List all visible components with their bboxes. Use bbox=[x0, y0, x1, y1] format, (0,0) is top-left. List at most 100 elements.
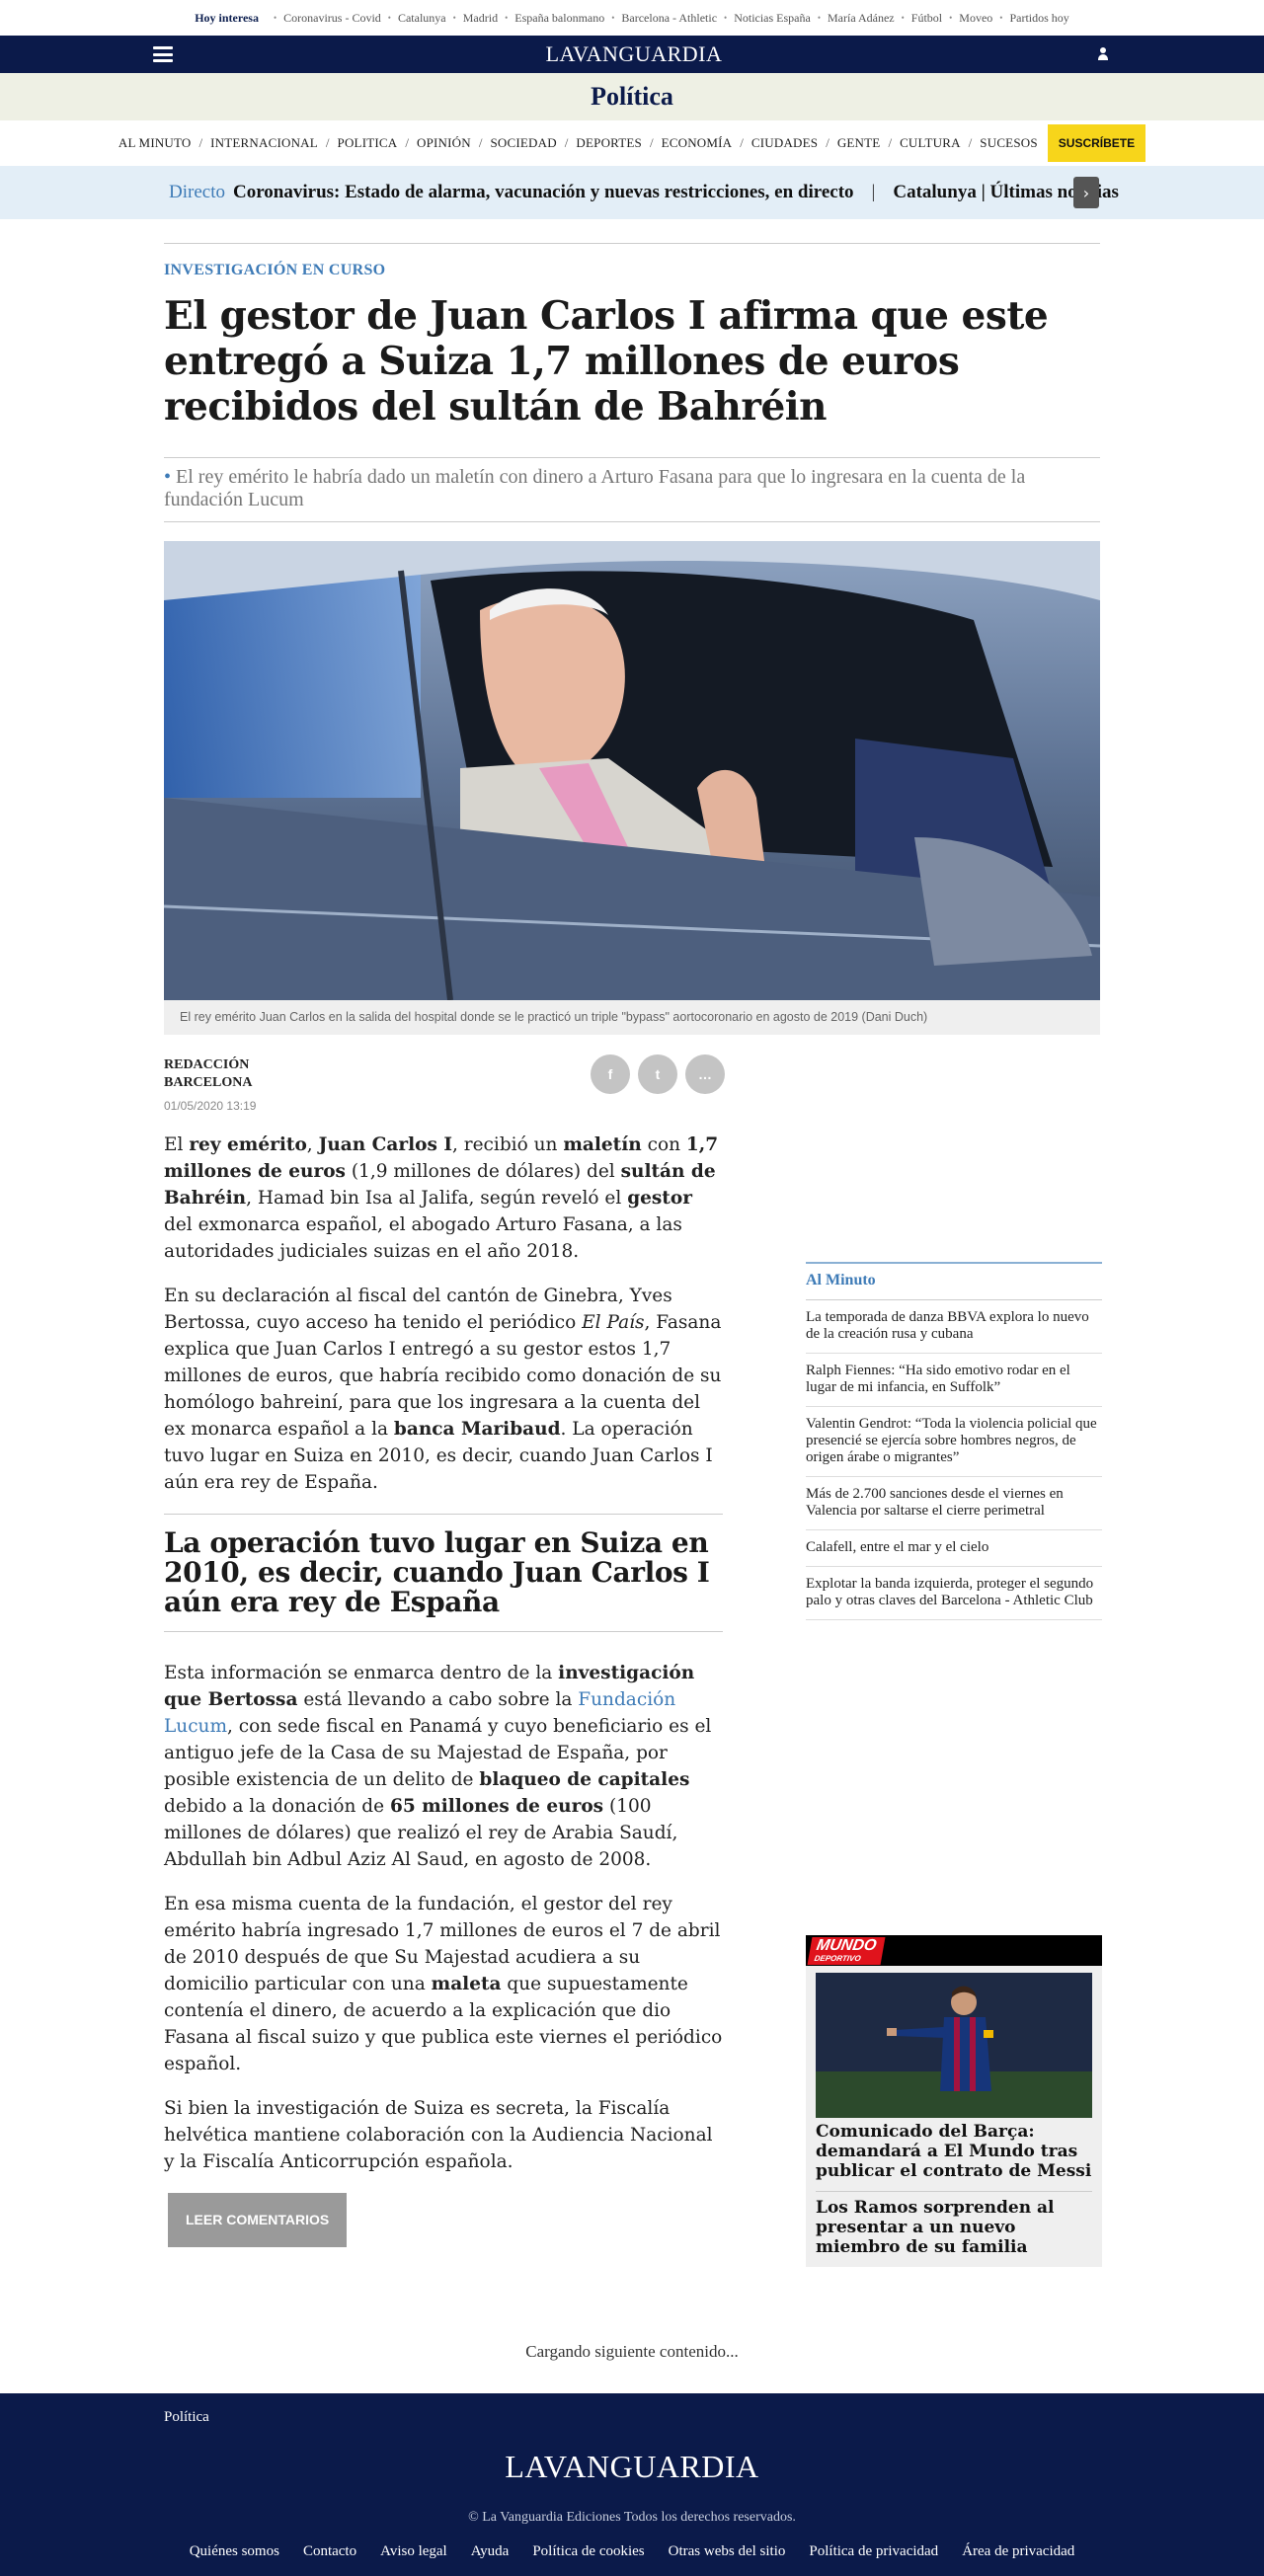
nav-separator: / bbox=[649, 135, 654, 150]
nav-item[interactable]: CIUDADES bbox=[751, 135, 818, 151]
paragraph: El rey emérito, Juan Carlos I, recibió u… bbox=[164, 1134, 719, 1262]
separator-dot: • bbox=[949, 13, 953, 23]
menu-icon[interactable] bbox=[153, 46, 173, 62]
footer-links: Quiénes somos Contacto Aviso legal Ayuda Pol… bbox=[0, 2543, 1264, 2560]
trending-link[interactable]: Coronavirus - Covid bbox=[283, 11, 381, 26]
al-minuto-item[interactable]: Valentin Gendrot: “Toda la violencia pol… bbox=[806, 1407, 1102, 1477]
separator-dot: • bbox=[273, 13, 277, 23]
nav-separator: / bbox=[564, 135, 569, 150]
nav-item[interactable]: CULTURA bbox=[900, 135, 961, 151]
al-minuto-item[interactable]: La temporada de danza BBVA explora lo nu… bbox=[806, 1300, 1102, 1354]
twitter-icon[interactable]: t bbox=[638, 1054, 677, 1094]
nav-item[interactable]: SOCIEDAD bbox=[490, 135, 556, 151]
live-headline[interactable]: Coronavirus: Estado de alarma, vacunació… bbox=[233, 182, 854, 203]
trending-link[interactable]: Noticias España bbox=[734, 11, 811, 26]
paragraph: En esa misma cuenta de la fundación, el … bbox=[164, 1894, 723, 2074]
partner-header: MUNDO DEPORTIVO bbox=[806, 1935, 1102, 1966]
category-nav: AL MINUTO / INTERNACIONAL / POLITICA / OPINIÓN… bbox=[0, 120, 1264, 166]
separator-dot: • bbox=[452, 13, 456, 23]
nav-separator: / bbox=[478, 135, 483, 150]
article-header: INVESTIGACIÓN EN CURSO El gestor de Juan… bbox=[164, 243, 1100, 522]
trending-link[interactable]: Catalunya bbox=[398, 11, 446, 26]
hero-image bbox=[164, 541, 1100, 1000]
mundo-deportivo-logo[interactable]: MUNDO DEPORTIVO bbox=[807, 1937, 886, 1965]
nav-separator: / bbox=[968, 135, 973, 150]
al-minuto-item[interactable]: Ralph Fiennes: “Ha sido emotivo rodar en… bbox=[806, 1354, 1102, 1407]
nav-separator: / bbox=[325, 135, 330, 150]
live-ticker: Directo Coronavirus: Estado de alarma, v… bbox=[0, 166, 1264, 219]
subtitle-text: El rey emérito le habría dado un maletín… bbox=[164, 466, 1026, 510]
article-subtitle: • El rey emérito le habría dado un malet… bbox=[164, 457, 1100, 522]
paragraph: Esta información se enmarca dentro de la… bbox=[164, 1663, 712, 1870]
al-minuto-item[interactable]: Calafell, entre el mar y el cielo bbox=[806, 1530, 1102, 1567]
separator-dot: • bbox=[999, 13, 1003, 23]
chevron-right-icon[interactable]: › bbox=[1073, 177, 1099, 208]
nav-item[interactable]: OPINIÓN bbox=[417, 135, 471, 151]
trending-link[interactable]: España balonmano bbox=[514, 11, 604, 26]
promo-title[interactable]: Los Ramos sorprenden al presentar a un n… bbox=[816, 2191, 1092, 2267]
nav-separator: / bbox=[740, 135, 744, 150]
trending-link[interactable]: Barcelona - Athletic bbox=[621, 11, 717, 26]
trending-link[interactable]: Partidos hoy bbox=[1009, 11, 1068, 26]
separator-dot: • bbox=[724, 13, 728, 23]
nav-separator: / bbox=[198, 135, 203, 150]
location: Barcelona bbox=[164, 1075, 253, 1090]
divider bbox=[164, 243, 1100, 244]
nav-item[interactable]: DEPORTES bbox=[576, 135, 642, 151]
pull-quote: La operación tuvo lugar en Suiza en 2010… bbox=[164, 1514, 723, 1632]
article-body: El rey emérito, Juan Carlos I, recibió u… bbox=[164, 1132, 723, 2247]
al-minuto-widget: Al Minuto La temporada de danza BBVA exp… bbox=[806, 1262, 1102, 1620]
subscribe-button[interactable]: SUSCRÍBETE bbox=[1047, 124, 1146, 162]
share-buttons: f t … bbox=[591, 1054, 725, 1094]
loading-text: Cargando siguiente contenido... bbox=[525, 2342, 739, 2361]
live-tag[interactable]: Directo bbox=[169, 182, 225, 203]
top-navbar: LAVANGUARDIA bbox=[0, 36, 1264, 73]
footer-link[interactable]: Quiénes somos bbox=[190, 2543, 279, 2560]
footer-logo[interactable]: LAVANGUARDIA bbox=[0, 2449, 1264, 2485]
footer-link[interactable]: Aviso legal bbox=[380, 2543, 447, 2560]
footer-link[interactable]: Contacto bbox=[303, 2543, 356, 2560]
al-minuto-item[interactable]: Más de 2.700 sanciones desde el viernes … bbox=[806, 1477, 1102, 1530]
promo-image[interactable] bbox=[816, 1973, 1092, 2118]
separator-dot: • bbox=[505, 13, 509, 23]
al-minuto-item[interactable]: Explotar la banda izquierda, proteger el… bbox=[806, 1567, 1102, 1620]
comment-icon[interactable]: … bbox=[685, 1054, 725, 1094]
promo-title[interactable]: Comunicado del Barça: demandará a El Mun… bbox=[806, 2118, 1102, 2191]
article-kicker: INVESTIGACIÓN EN CURSO bbox=[164, 262, 386, 278]
nav-separator: / bbox=[826, 135, 830, 150]
read-comments-button[interactable]: LEER COMENTARIOS bbox=[168, 2193, 348, 2247]
trending-link[interactable]: Madrid bbox=[463, 11, 498, 26]
nav-item[interactable]: ECONOMÍA bbox=[662, 135, 733, 151]
nav-separator: / bbox=[888, 135, 893, 150]
nav-item[interactable]: POLITICA bbox=[338, 135, 398, 151]
footer-link[interactable]: Política de cookies bbox=[532, 2543, 644, 2560]
trending-link[interactable]: Moveo bbox=[959, 11, 992, 26]
nav-item[interactable]: INTERNACIONAL bbox=[210, 135, 318, 151]
nav-item[interactable]: AL MINUTO bbox=[118, 135, 192, 151]
site-logo[interactable]: LAVANGUARDIA bbox=[546, 41, 723, 67]
footer-link[interactable]: Otras webs del sitio bbox=[669, 2543, 786, 2560]
user-icon[interactable] bbox=[1095, 46, 1111, 62]
facebook-icon[interactable]: f bbox=[591, 1054, 630, 1094]
image-caption: El rey emérito Juan Carlos en la salida … bbox=[164, 1000, 1100, 1035]
nav-item[interactable]: SUCESOS bbox=[980, 135, 1037, 151]
trending-link[interactable]: María Adánez bbox=[828, 11, 895, 26]
publish-date: 01/05/2020 13:19 bbox=[164, 1099, 257, 1113]
footer: Política LAVANGUARDIA © La Vanguardia Ed… bbox=[0, 2393, 1264, 2576]
section-title[interactable]: Política bbox=[591, 82, 673, 112]
al-minuto-title[interactable]: Al Minuto bbox=[806, 1262, 1102, 1300]
footer-link[interactable]: Ayuda bbox=[471, 2543, 510, 2560]
trending-link[interactable]: Fútbol bbox=[911, 11, 942, 26]
nav-separator: / bbox=[405, 135, 409, 150]
separator-dot: • bbox=[901, 13, 905, 23]
nav-item[interactable]: GENTE bbox=[837, 135, 881, 151]
byline: Redacción Barcelona bbox=[164, 1056, 252, 1092]
footer-link[interactable]: Política de privacidad bbox=[809, 2543, 938, 2560]
footer-section-link[interactable]: Política bbox=[164, 2409, 209, 2426]
author[interactable]: Redacción bbox=[164, 1056, 252, 1074]
trending-title: Hoy interesa bbox=[195, 10, 259, 25]
footer-link[interactable]: Área de privacidad bbox=[962, 2543, 1074, 2560]
paragraph: Si bien la investigación de Suiza es sec… bbox=[164, 2098, 713, 2172]
separator-dot: • bbox=[817, 13, 821, 23]
article-headline: El gestor de Juan Carlos I afirma que es… bbox=[164, 293, 1049, 429]
